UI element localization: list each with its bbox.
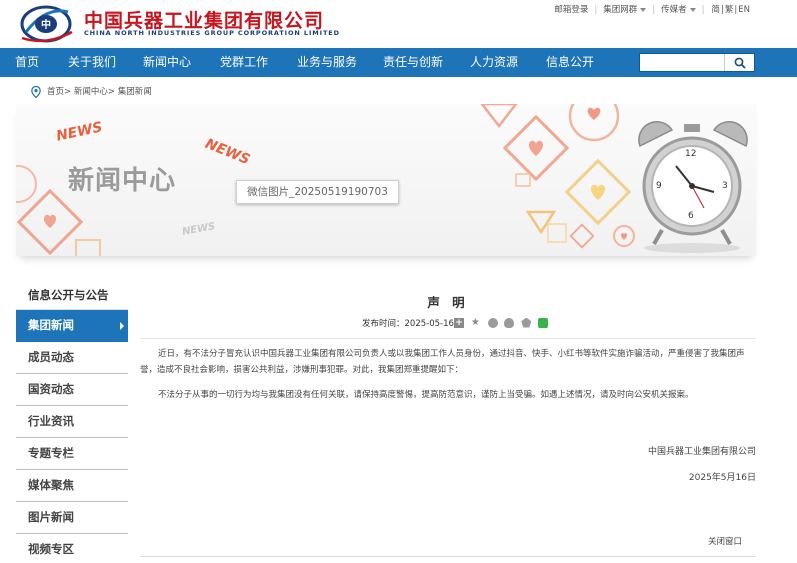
article-paragraph-2: 不法分子从事的一切行为均与我集团没有任何关联，请保持高度警惕，提高防范意识，谨防… [158,390,694,400]
location-pin-icon [31,85,41,98]
logo-english-name[interactable]: CHINA NORTH INDUSTRIES GROUP CORPORATION… [84,29,340,37]
article: 声 明 发布时间：2025-05-16 + ★ 近日，有不法分子冒充认识中国兵器… [140,280,756,563]
sidebar-item-label: 媒体聚焦 [28,478,74,492]
article-paragraph-1: 近日，有不法分子冒充认识中国兵器工业集团有限公司负责人或以我集团工作人员身份，通… [140,349,745,375]
site-header: 中 中国兵器工业集团有限公司 CHINA NORTH INDUSTRIES GR… [0,0,797,48]
nav-human-resources[interactable]: 人力资源 [470,48,518,77]
banner-title: 新闻中心 [68,166,177,196]
sidebar-item-sasac-news[interactable]: 国资动态 [16,374,128,406]
breadcrumb-news-center[interactable]: 新闻中心 [74,87,108,97]
sidebar-item-label: 专题专栏 [28,446,74,460]
publish-info: 发布时间：2025-05-16 [362,317,454,329]
sidebar-item-special-topics[interactable]: 专题专栏 [16,438,128,470]
breadcrumb-group-news[interactable]: 集团新闻 [118,87,152,97]
nav-business-services[interactable]: 业务与服务 [297,48,357,77]
qzone-icon[interactable] [521,317,532,328]
close-window-link[interactable]: 关闭窗口 [708,535,742,547]
sidebar-item-label: 视频专区 [28,542,74,556]
article-bottom-line [140,556,756,557]
sidebar-item-industry-info[interactable]: 行业资讯 [16,406,128,438]
star-icon[interactable]: ★ [471,317,481,328]
search-icon [734,57,746,69]
weibo-icon[interactable] [487,317,498,328]
search-box [639,53,755,72]
lang-traditional-link[interactable]: 繁 [725,3,734,15]
sidebar-item-label: 国资动态 [28,382,74,396]
svg-text:中: 中 [41,18,51,31]
media-dropdown[interactable]: 传媒者 [661,3,696,15]
image-filename-tooltip: 微信图片_20250519190703 [236,180,399,204]
breadcrumb: 首页> 新闻中心> 集团新闻 [31,85,152,98]
sidebar: 信息公开与公告 集团新闻 成员动态 国资动态 行业资讯 专题专栏 媒体聚焦 图片… [16,280,128,563]
chevron-right-icon [120,322,124,330]
nav-responsibility-innovation[interactable]: 责任与创新 [383,48,443,77]
sidebar-item-group-news[interactable]: 集团新闻 [16,310,128,342]
group-network-dropdown[interactable]: 集团网群 [603,3,646,15]
article-title: 声 明 [427,295,469,310]
nav-news-center[interactable]: 新闻中心 [143,48,191,77]
breadcrumb-home[interactable]: 首页 [47,87,64,97]
sidebar-item-label: 图片新闻 [28,510,74,524]
norinco-logo-icon[interactable]: 中 [18,2,74,44]
sidebar-heading[interactable]: 信息公开与公告 [16,280,128,310]
sidebar-item-media-focus[interactable]: 媒体聚焦 [16,470,128,502]
search-input[interactable] [640,54,724,71]
clock-number-6: 6 [688,211,694,221]
share-bar: + ★ [454,315,551,329]
article-signature: 中国兵器工业集团有限公司 [647,447,756,457]
nav-party-work[interactable]: 党群工作 [220,48,268,77]
mail-login-link[interactable]: 邮箱登录 [554,3,588,15]
main-nav: 首页 关于我们 新闻中心 党群工作 业务与服务 责任与创新 人力资源 信息公开 [0,48,797,77]
article-sign-date: 2025年5月16日 [688,473,756,483]
qq-icon[interactable] [504,317,515,328]
lang-english-link[interactable]: EN [738,5,750,15]
sidebar-item-photo-news[interactable]: 图片新闻 [16,502,128,534]
nav-info-disclosure[interactable]: 信息公开 [546,48,594,77]
wechat-icon[interactable] [538,317,549,328]
lang-simplified-link[interactable]: 简 [711,3,720,15]
publish-date: 2025-05-16 [404,319,454,329]
clock-number-9: 9 [656,181,662,191]
nav-home[interactable]: 首页 [15,48,39,77]
article-divider [140,338,756,339]
sidebar-item-label: 成员动态 [28,350,74,364]
plus-share-icon[interactable]: + [454,317,464,328]
sidebar-item-member-news[interactable]: 成员动态 [16,342,128,374]
nav-about[interactable]: 关于我们 [68,48,116,77]
sidebar-item-label: 集团新闻 [28,318,74,332]
clock-number-12: 12 [685,149,697,159]
top-links: 邮箱登录 | 集团网群 | 传媒者 | 简|繁|EN [554,3,750,15]
search-button[interactable] [724,54,754,71]
sidebar-item-label: 行业资讯 [28,414,74,428]
publish-label: 发布时间： [362,319,405,329]
clock-number-3: 3 [722,181,728,191]
sidebar-item-video-zone[interactable]: 视频专区 [16,534,128,563]
